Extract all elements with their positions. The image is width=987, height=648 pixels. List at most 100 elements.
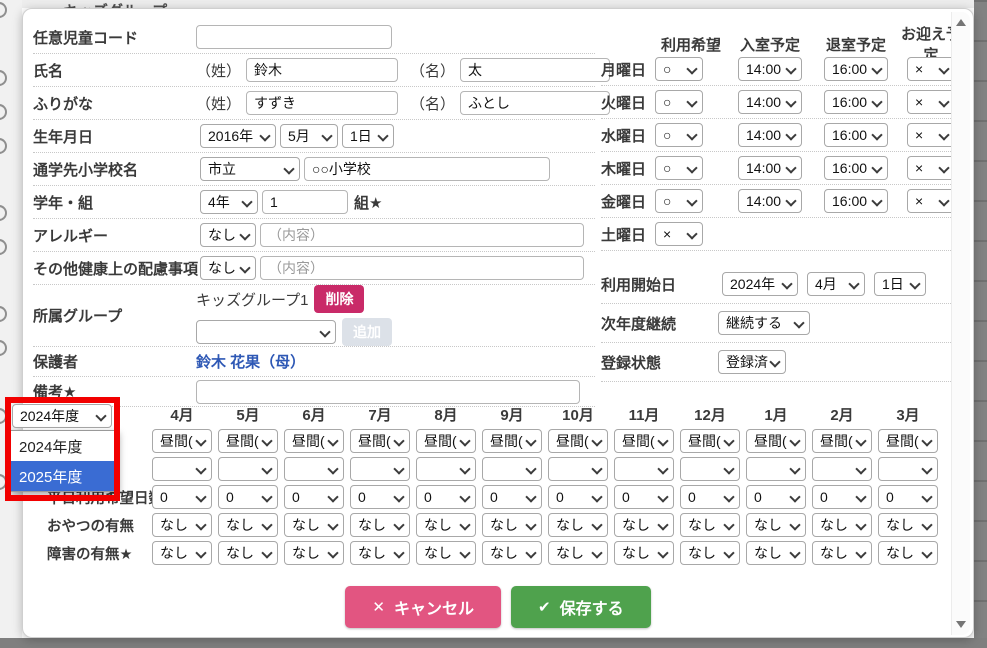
month-snack-select[interactable]: なし — [548, 513, 608, 537]
exit-time-select[interactable]: 16:00 — [824, 156, 888, 180]
class-input[interactable] — [262, 190, 348, 214]
month-disability-select[interactable]: なし — [812, 541, 872, 565]
month-daytime-select[interactable]: 昼間( — [152, 429, 212, 453]
month-days-count-select[interactable]: 0 — [152, 485, 212, 509]
wish-select[interactable]: ○ — [655, 156, 703, 180]
fiscal-year-option[interactable]: 2024年度 — [10, 431, 116, 461]
entry-time-select[interactable]: 14:00 — [738, 90, 802, 114]
note-input[interactable] — [196, 380, 580, 404]
start-month-select[interactable]: 4月 — [807, 272, 865, 296]
month-secondary-select[interactable] — [812, 457, 872, 481]
entry-time-select[interactable]: 14:00 — [738, 156, 802, 180]
last-name-input[interactable] — [246, 58, 398, 82]
month-disability-select[interactable]: なし — [218, 541, 278, 565]
month-disability-select[interactable]: なし — [416, 541, 476, 565]
month-secondary-select[interactable] — [548, 457, 608, 481]
pickup-select[interactable]: × — [907, 90, 955, 114]
status-select[interactable]: 登録済 — [718, 350, 786, 374]
exit-time-select[interactable]: 16:00 — [824, 57, 888, 81]
month-snack-select[interactable]: なし — [284, 513, 344, 537]
month-daytime-select[interactable]: 昼間( — [482, 429, 542, 453]
grade-select[interactable]: 4年 — [200, 190, 258, 214]
month-days-count-select[interactable]: 0 — [746, 485, 806, 509]
save-button[interactable]: ✔ 保存する — [511, 586, 651, 628]
birth-day-select[interactable]: 1日 — [342, 124, 394, 148]
month-secondary-select[interactable] — [680, 457, 740, 481]
month-snack-select[interactable]: なし — [218, 513, 278, 537]
month-days-count-select[interactable]: 0 — [350, 485, 410, 509]
health-detail-input[interactable] — [260, 256, 584, 280]
month-days-count-select[interactable]: 0 — [812, 485, 872, 509]
month-snack-select[interactable]: なし — [152, 513, 212, 537]
month-daytime-select[interactable]: 昼間( — [548, 429, 608, 453]
month-daytime-select[interactable]: 昼間( — [284, 429, 344, 453]
month-daytime-select[interactable]: 昼間( — [878, 429, 938, 453]
start-year-select[interactable]: 2024年 — [722, 272, 798, 296]
month-days-count-select[interactable]: 0 — [284, 485, 344, 509]
month-days-count-select[interactable]: 0 — [614, 485, 674, 509]
month-disability-select[interactable]: なし — [482, 541, 542, 565]
fiscal-year-option[interactable]: 2025年度 — [10, 461, 116, 491]
allergy-select[interactable]: なし — [200, 223, 256, 247]
first-name-kana-input[interactable] — [460, 91, 610, 115]
month-snack-select[interactable]: なし — [680, 513, 740, 537]
month-snack-select[interactable]: なし — [482, 513, 542, 537]
guardian-link[interactable]: 鈴木 花果（母） — [196, 351, 305, 372]
group-select[interactable] — [196, 320, 336, 344]
exit-time-select[interactable]: 16:00 — [824, 123, 888, 147]
month-disability-select[interactable]: なし — [350, 541, 410, 565]
month-secondary-select[interactable] — [482, 457, 542, 481]
first-name-input[interactable] — [460, 58, 610, 82]
exit-time-select[interactable]: 16:00 — [824, 189, 888, 213]
month-secondary-select[interactable] — [878, 457, 938, 481]
month-days-count-select[interactable]: 0 — [878, 485, 938, 509]
month-snack-select[interactable]: なし — [878, 513, 938, 537]
month-secondary-select[interactable] — [746, 457, 806, 481]
continue-select[interactable]: 継続する — [718, 311, 810, 335]
scroll-down-icon[interactable] — [956, 621, 966, 628]
school-type-select[interactable]: 市立 — [200, 157, 300, 181]
birth-month-select[interactable]: 5月 — [280, 124, 338, 148]
wish-select[interactable]: × — [655, 222, 703, 246]
month-secondary-select[interactable] — [284, 457, 344, 481]
pickup-select[interactable]: × — [907, 156, 955, 180]
group-delete-button[interactable]: 削除 — [314, 285, 364, 313]
month-disability-select[interactable]: なし — [548, 541, 608, 565]
entry-time-select[interactable]: 14:00 — [738, 57, 802, 81]
month-secondary-select[interactable] — [614, 457, 674, 481]
entry-time-select[interactable]: 14:00 — [738, 123, 802, 147]
month-daytime-select[interactable]: 昼間( — [614, 429, 674, 453]
month-disability-select[interactable]: なし — [152, 541, 212, 565]
pickup-select[interactable]: × — [907, 189, 955, 213]
month-disability-select[interactable]: なし — [878, 541, 938, 565]
wish-select[interactable]: ○ — [655, 90, 703, 114]
month-snack-select[interactable]: なし — [614, 513, 674, 537]
pickup-select[interactable]: × — [907, 123, 955, 147]
month-daytime-select[interactable]: 昼間( — [746, 429, 806, 453]
month-snack-select[interactable]: なし — [416, 513, 476, 537]
month-days-count-select[interactable]: 0 — [416, 485, 476, 509]
month-disability-select[interactable]: なし — [284, 541, 344, 565]
month-days-count-select[interactable]: 0 — [218, 485, 278, 509]
month-secondary-select[interactable] — [152, 457, 212, 481]
month-snack-select[interactable]: なし — [350, 513, 410, 537]
exit-time-select[interactable]: 16:00 — [824, 90, 888, 114]
wish-select[interactable]: ○ — [655, 123, 703, 147]
entry-time-select[interactable]: 14:00 — [738, 189, 802, 213]
month-disability-select[interactable]: なし — [680, 541, 740, 565]
month-days-count-select[interactable]: 0 — [482, 485, 542, 509]
month-secondary-select[interactable] — [218, 457, 278, 481]
month-days-count-select[interactable]: 0 — [548, 485, 608, 509]
pickup-select[interactable]: × — [907, 57, 955, 81]
school-name-input[interactable] — [304, 157, 550, 181]
birth-year-select[interactable]: 2016年 — [200, 124, 276, 148]
month-disability-select[interactable]: なし — [746, 541, 806, 565]
month-daytime-select[interactable]: 昼間( — [680, 429, 740, 453]
fiscal-year-select[interactable]: 2024年度 — [12, 404, 112, 428]
start-day-select[interactable]: 1日 — [874, 272, 926, 296]
group-add-button[interactable]: 追加 — [342, 318, 392, 346]
cancel-button[interactable]: ✕ キャンセル — [345, 586, 501, 628]
month-days-count-select[interactable]: 0 — [680, 485, 740, 509]
health-select[interactable]: なし — [200, 256, 256, 280]
dialog-scrollbar[interactable] — [951, 12, 970, 635]
